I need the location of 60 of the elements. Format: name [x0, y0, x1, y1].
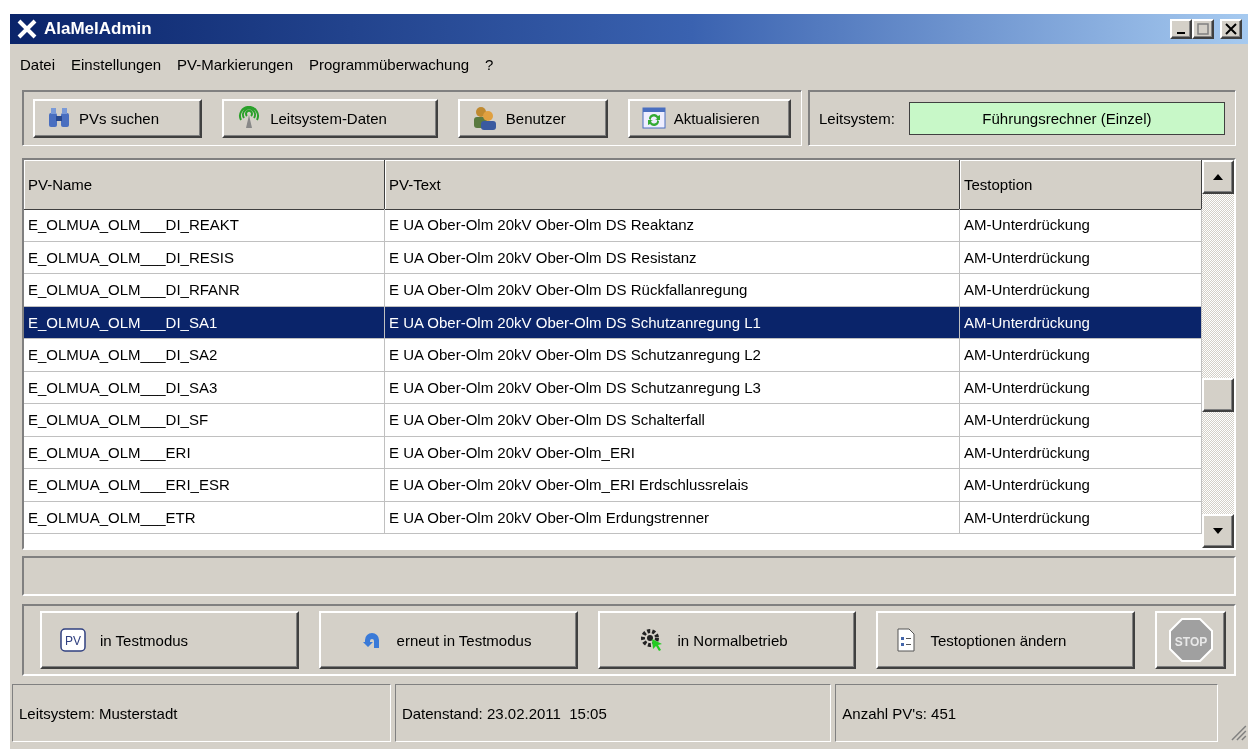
stop-sign-icon: STOP [1167, 617, 1214, 663]
maximize-button[interactable] [1192, 19, 1214, 39]
menu-item[interactable]: ? [477, 55, 502, 73]
table-cell: E UA Ober-Olm 20kV Ober-Olm DS Schutzanregung L2 [385, 339, 960, 372]
table-cell: E_OLMUA_OLM___DI_SA2 [24, 339, 385, 372]
binoculars-icon [47, 107, 71, 129]
action-button[interactable]: erneut in Testmodus [318, 611, 578, 669]
toolbar-button[interactable]: PVs suchen [33, 98, 203, 138]
scroll-down-icon [1212, 527, 1224, 535]
pv-icon: PV [60, 628, 86, 652]
gear-icon [639, 628, 664, 652]
close-icon [1225, 23, 1237, 35]
menu-item[interactable]: Programmüberwachung [301, 55, 478, 73]
refresh-icon [641, 107, 666, 129]
users-icon [471, 106, 498, 130]
status-cell: Leitsystem: Musterstadt [12, 684, 391, 742]
table-cell: E UA Ober-Olm 20kV Ober-Olm DS Schalterfall [385, 404, 960, 437]
window-title: AlaMelAdmin [44, 19, 152, 39]
menu-item[interactable]: Einstellungen [63, 55, 170, 73]
table-cell: E UA Ober-Olm 20kV Ober-Olm DS Resistanz [385, 241, 960, 274]
scrollbar[interactable] [1202, 160, 1234, 548]
scroll-up-icon [1212, 173, 1224, 181]
table-cell: E UA Ober-Olm 20kV Ober-Olm DS Reaktanz [385, 209, 960, 242]
table-cell: E UA Ober-Olm 20kV Ober-Olm Erdungstrenner [385, 501, 960, 534]
table-cell: E_OLMUA_OLM___DI_RESIS [24, 241, 385, 274]
status-cell: Anzahl PV's: 451 [835, 684, 1219, 742]
table-cell: E UA Ober-Olm 20kV Ober-Olm DS Rückfallanregung [385, 274, 960, 307]
action-button[interactable]: PV in Testmodus [40, 611, 299, 669]
action-button[interactable]: Testoptionen ändern [876, 611, 1136, 669]
table-cell: E_OLMUA_OLM___DI_RFANR [24, 274, 385, 307]
table-cell: E_OLMUA_OLM___DI_SF [24, 404, 385, 437]
table-cell: E UA Ober-Olm 20kV Ober-Olm DS Schutzanregung L3 [385, 371, 960, 404]
table-cell: E UA Ober-Olm 20kV Ober-Olm DS Schutzanregung L1 [385, 306, 960, 339]
table-cell: E_OLMUA_OLM___DI_SA3 [24, 371, 385, 404]
table-cell: E_OLMUA_OLM___DI_REAKT [24, 209, 385, 242]
action-button[interactable]: in Normalbetrieb [597, 611, 857, 669]
field-label: Leitsystem: [819, 109, 895, 127]
menu-item[interactable]: Datei [12, 55, 64, 73]
document-icon [896, 628, 917, 652]
table-cell: E_OLMUA_OLM___ERI [24, 436, 385, 469]
column-header[interactable]: PV-Text [385, 160, 960, 210]
minimize-button[interactable] [1170, 19, 1192, 39]
menu-item[interactable]: PV-Markierungen [169, 55, 301, 73]
leitsystem-field: Führungsrechner (Einzel) [908, 101, 1225, 135]
table-cell: AM-Unterdrückung [960, 306, 1202, 339]
table-cell: E_OLMUA_OLM___ETR [24, 501, 385, 534]
toolbar-button[interactable]: Leitsystem-Daten [222, 98, 438, 138]
scroll-thumb[interactable] [1202, 378, 1234, 412]
minimize-icon [1177, 32, 1185, 34]
table-cell: E UA Ober-Olm 20kV Ober-Olm_ERI Erdschlussrelais [385, 469, 960, 502]
status-cell: Datenstand: 23.02.2011 15:05 [394, 684, 832, 742]
toolbar-button[interactable]: Aktualisieren [627, 98, 791, 138]
column-header[interactable]: Testoption [960, 160, 1202, 210]
close-button[interactable] [1220, 19, 1242, 39]
column-header[interactable]: PV-Name [24, 160, 385, 210]
table-cell: E_OLMUA_OLM___ERI_ESR [24, 469, 385, 502]
toolbar-button[interactable]: Benutzer [457, 98, 608, 138]
table-cell: E_OLMUA_OLM___DI_SA1 [24, 306, 385, 339]
table-cell: E UA Ober-Olm 20kV Ober-Olm_ERI [385, 436, 960, 469]
maximize-icon [1197, 23, 1209, 35]
